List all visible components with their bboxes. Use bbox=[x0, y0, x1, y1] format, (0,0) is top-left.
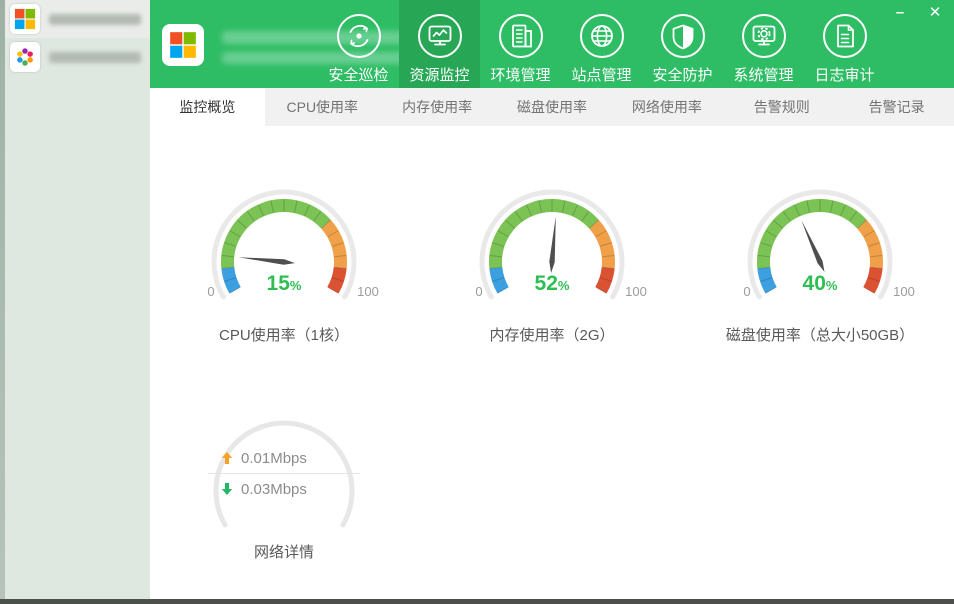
sidebar-item-server-1[interactable] bbox=[5, 0, 150, 38]
tab-cpu-usage[interactable]: CPU使用率 bbox=[265, 88, 380, 126]
svg-text:0: 0 bbox=[743, 284, 750, 299]
network-stats: 0.01Mbps 0.03Mbps bbox=[208, 445, 360, 502]
nav-item-label: 安全防护 bbox=[652, 67, 713, 84]
disk-gauge-chart: 40% 0 100 bbox=[743, 189, 915, 300]
bottom-edge bbox=[0, 599, 954, 604]
desktop-edge bbox=[0, 0, 5, 599]
cpu-gauge: 15% 0 100 CPU使用率（1核） bbox=[150, 184, 418, 345]
svg-text:15%: 15% bbox=[267, 272, 302, 295]
redacted-server-name bbox=[49, 51, 141, 63]
nav-item-label: 站点管理 bbox=[571, 67, 632, 84]
svg-text:100: 100 bbox=[893, 284, 915, 299]
disk-gauge: 40% 0 100 磁盘使用率（总大小50GB） bbox=[686, 184, 954, 345]
svg-text:40%: 40% bbox=[803, 272, 838, 295]
sidebar bbox=[0, 0, 150, 599]
memory-gauge-caption: 内存使用率（2G） bbox=[489, 327, 615, 344]
window-controls: – ✕ bbox=[889, 3, 946, 23]
network-detail-card: 0.01Mbps 0.03Mbps 网络详情 bbox=[150, 411, 418, 562]
nav-item-label: 资源监控 bbox=[409, 67, 470, 84]
windows-logo-icon bbox=[10, 4, 40, 34]
environment-icon bbox=[498, 14, 543, 58]
app-window: 安全巡检 资源监控 环境管理 站点管理 安全防护 系统管理 日志审计 – ✕ 监… bbox=[0, 0, 954, 604]
tab-alert-records[interactable]: 告警记录 bbox=[839, 88, 954, 126]
network-caption: 网络详情 bbox=[253, 544, 314, 561]
nav-item-system-management[interactable]: 系统管理 bbox=[723, 0, 804, 88]
nav-item-site-management[interactable]: 站点管理 bbox=[561, 0, 642, 88]
memory-gauge: 52% 0 100 内存使用率（2G） bbox=[418, 184, 686, 345]
download-arrow-icon bbox=[221, 483, 233, 495]
resource-monitor-icon bbox=[417, 14, 462, 58]
redacted-server-name bbox=[49, 13, 141, 25]
nav-item-label: 系统管理 bbox=[733, 67, 794, 84]
svg-text:0: 0 bbox=[207, 284, 214, 299]
site-globe-icon bbox=[579, 14, 624, 58]
nav-item-label: 日志审计 bbox=[814, 67, 875, 84]
tab-alert-rules[interactable]: 告警规则 bbox=[724, 88, 839, 126]
security-inspect-icon bbox=[336, 14, 381, 58]
svg-text:100: 100 bbox=[357, 284, 379, 299]
shield-icon bbox=[660, 14, 705, 58]
svg-text:0: 0 bbox=[475, 284, 482, 299]
nav-item-security-inspection[interactable]: 安全巡检 bbox=[318, 0, 399, 88]
nav-item-environment-management[interactable]: 环境管理 bbox=[480, 0, 561, 88]
sidebar-item-server-2[interactable] bbox=[5, 38, 150, 76]
memory-gauge-chart: 52% 0 100 bbox=[475, 189, 647, 300]
windows-logo-icon bbox=[162, 24, 204, 66]
nav-item-log-audit[interactable]: 日志审计 bbox=[804, 0, 885, 88]
download-speed: 0.03Mbps bbox=[241, 480, 307, 498]
tab-network-usage[interactable]: 网络使用率 bbox=[609, 88, 724, 126]
nav-item-resource-monitoring[interactable]: 资源监控 bbox=[399, 0, 480, 88]
upload-row: 0.01Mbps bbox=[208, 445, 360, 471]
minimize-button[interactable]: – bbox=[889, 3, 911, 23]
cpu-gauge-caption: CPU使用率（1核） bbox=[218, 327, 349, 344]
monitor-overview-panel: 15% 0 100 CPU使用率（1核） 52% 0 100 内存使用率（2G） 40%… bbox=[150, 126, 954, 599]
upload-arrow-icon bbox=[221, 452, 233, 464]
main-nav: 安全巡检 资源监控 环境管理 站点管理 安全防护 系统管理 日志审计 bbox=[318, 0, 885, 88]
tab-bar: 监控概览 CPU使用率 内存使用率 磁盘使用率 网络使用率 告警规则 告警记录 bbox=[150, 88, 954, 126]
svg-text:52%: 52% bbox=[535, 272, 570, 295]
upload-speed: 0.01Mbps bbox=[241, 449, 307, 467]
header: 安全巡检 资源监控 环境管理 站点管理 安全防护 系统管理 日志审计 – ✕ bbox=[150, 0, 954, 88]
svg-text:100: 100 bbox=[625, 284, 647, 299]
download-row: 0.03Mbps bbox=[208, 476, 360, 502]
log-audit-icon bbox=[822, 14, 867, 58]
app-flower-logo-icon bbox=[10, 42, 40, 72]
tab-monitor-overview[interactable]: 监控概览 bbox=[150, 88, 265, 126]
nav-item-label: 安全巡检 bbox=[328, 67, 389, 84]
divider bbox=[208, 473, 360, 474]
tab-memory-usage[interactable]: 内存使用率 bbox=[380, 88, 495, 126]
disk-gauge-caption: 磁盘使用率（总大小50GB） bbox=[725, 327, 915, 344]
system-gear-icon bbox=[741, 14, 786, 58]
nav-item-label: 环境管理 bbox=[490, 67, 551, 84]
cpu-gauge-chart: 15% 0 100 bbox=[207, 189, 379, 300]
tab-disk-usage[interactable]: 磁盘使用率 bbox=[495, 88, 610, 126]
network-ring: 0.01Mbps 0.03Mbps bbox=[194, 411, 374, 539]
gauge-row: 15% 0 100 CPU使用率（1核） 52% 0 100 内存使用率（2G） 40%… bbox=[150, 126, 954, 345]
close-button[interactable]: ✕ bbox=[924, 3, 946, 23]
nav-item-security-protection[interactable]: 安全防护 bbox=[642, 0, 723, 88]
